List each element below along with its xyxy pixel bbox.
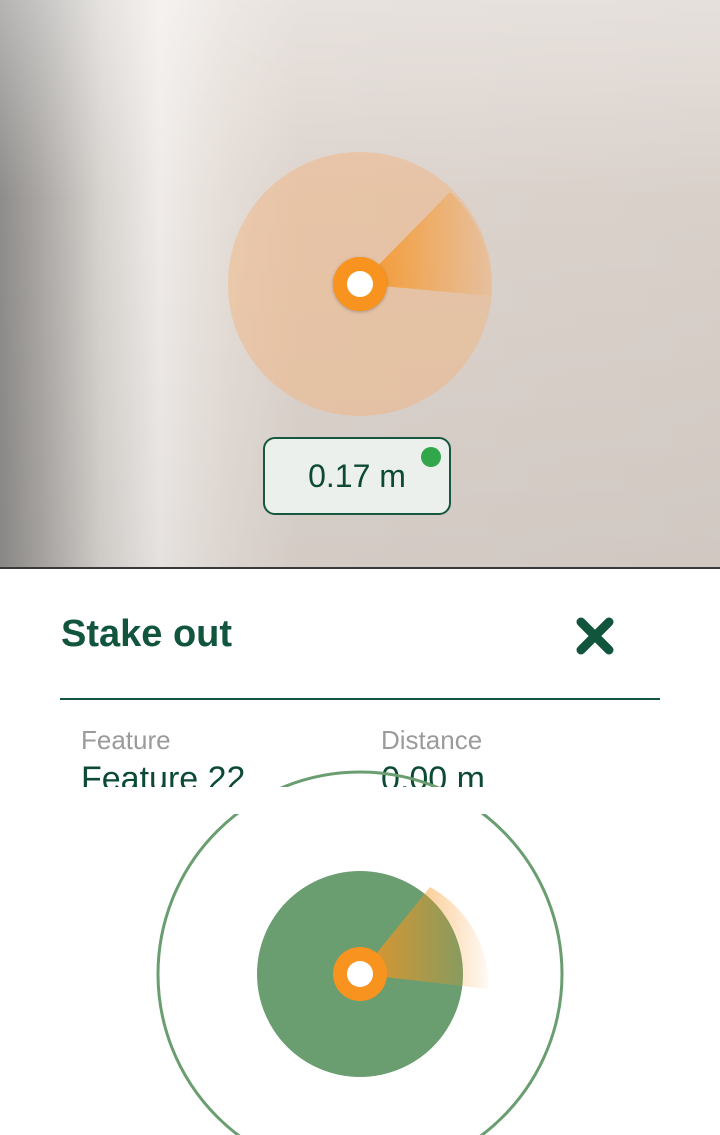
ring-clip-mask bbox=[0, 787, 720, 814]
target-marker-center bbox=[347, 961, 373, 987]
gps-accuracy-badge[interactable]: 0.17 m bbox=[263, 437, 451, 515]
stakeout-panel: Stake out Feature Feature 22 Distance 0.… bbox=[0, 569, 720, 1135]
current-location-marker bbox=[333, 257, 387, 311]
gps-accuracy-value: 0.17 m bbox=[308, 457, 406, 494]
location-marker-center bbox=[347, 271, 373, 297]
stakeout-target-view bbox=[0, 770, 720, 1135]
map-view[interactable]: 0.17 m bbox=[0, 0, 720, 568]
gps-status-indicator bbox=[421, 447, 441, 467]
